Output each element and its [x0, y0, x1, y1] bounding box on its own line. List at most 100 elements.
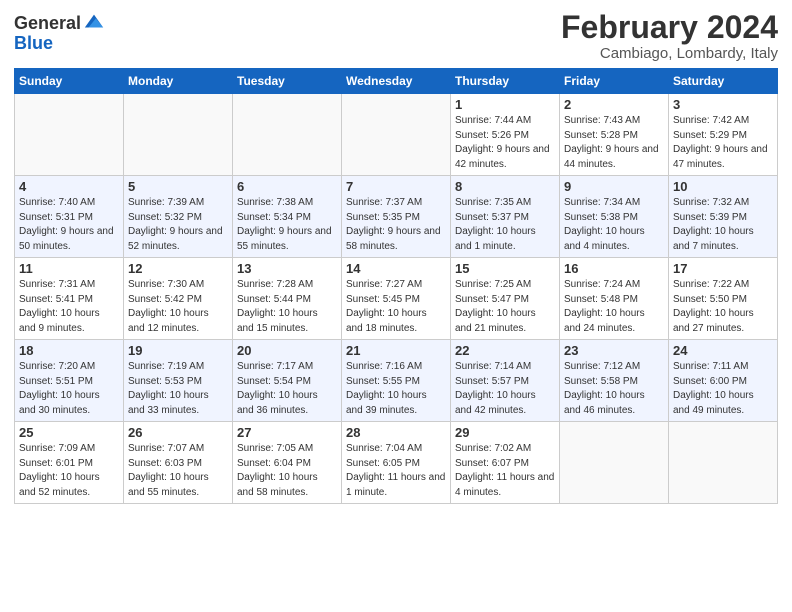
logo-general-text: General — [14, 14, 81, 34]
table-row: 11 Sunrise: 7:31 AM Sunset: 5:41 PM Dayli… — [15, 258, 124, 340]
table-row — [669, 422, 778, 504]
day-number: 7 — [346, 179, 446, 194]
table-row: 13Sunrise: 7:28 AM Sunset: 5:44 PM Dayli… — [233, 258, 342, 340]
day-info: Sunrise: 7:31 AM Sunset: 5:41 PM Dayligh… — [19, 278, 119, 336]
table-row: 17 Sunrise: 7:22 AM Sunset: 5:50 PM Dayli… — [669, 258, 778, 340]
day-number: 10 — [673, 179, 773, 194]
table-row: 2 Sunrise: 7:43 AM Sunset: 5:28 PM Daylig… — [560, 94, 669, 176]
table-row: 12Sunrise: 7:30 AM Sunset: 5:42 PM Dayli… — [124, 258, 233, 340]
table-row — [15, 94, 124, 176]
day-info: Sunrise: 7:04 AM Sunset: 6:05 PM Dayligh… — [346, 442, 446, 500]
day-info: Sunrise: 7:27 AM Sunset: 5:45 PM Dayligh… — [346, 278, 446, 336]
location: Cambiago, Lombardy, Italy — [561, 45, 778, 62]
day-number: 1 — [455, 97, 555, 112]
calendar-week-row: 25 Sunrise: 7:09 AM Sunset: 6:01 PM Dayli… — [15, 422, 778, 504]
day-number: 2 — [564, 97, 664, 112]
table-row: 24 Sunrise: 7:11 AM Sunset: 6:00 PM Dayli… — [669, 340, 778, 422]
table-row: 7 Sunrise: 7:37 AM Sunset: 5:35 PM Daylig… — [342, 176, 451, 258]
table-row: 15 Sunrise: 7:25 AM Sunset: 5:47 PM Dayli… — [451, 258, 560, 340]
day-number: 13 — [237, 261, 337, 276]
day-number: 17 — [673, 261, 773, 276]
day-number: 21 — [346, 343, 446, 358]
day-info: Sunrise: 7:43 AM Sunset: 5:28 PM Dayligh… — [564, 114, 664, 172]
day-number: 4 — [19, 179, 119, 194]
calendar-week-row: 11 Sunrise: 7:31 AM Sunset: 5:41 PM Dayli… — [15, 258, 778, 340]
day-number: 23 — [564, 343, 664, 358]
day-info: Sunrise: 7:17 AM Sunset: 5:54 PM Dayligh… — [237, 360, 337, 418]
day-info: Sunrise: 7:40 AM Sunset: 5:31 PM Dayligh… — [19, 196, 119, 254]
calendar-table: Sunday Monday Tuesday Wednesday Thursday… — [14, 68, 778, 504]
table-row: 6 Sunrise: 7:38 AM Sunset: 5:34 PM Daylig… — [233, 176, 342, 258]
day-number: 24 — [673, 343, 773, 358]
table-row: 27 Sunrise: 7:05 AM Sunset: 6:04 PM Dayli… — [233, 422, 342, 504]
logo-blue-text: Blue — [14, 33, 53, 53]
day-info: Sunrise: 7:35 AM Sunset: 5:37 PM Dayligh… — [455, 196, 555, 254]
col-sunday: Sunday — [15, 69, 124, 94]
header: General Blue February 2024 Cambiago, Lom… — [14, 10, 778, 62]
day-number: 22 — [455, 343, 555, 358]
calendar-week-row: 4 Sunrise: 7:40 AM Sunset: 5:31 PM Daylig… — [15, 176, 778, 258]
day-info: Sunrise: 7:37 AM Sunset: 5:35 PM Dayligh… — [346, 196, 446, 254]
day-info: Sunrise: 7:02 AM Sunset: 6:07 PM Dayligh… — [455, 442, 555, 500]
logo: General Blue — [14, 14, 105, 54]
day-number: 20 — [237, 343, 337, 358]
day-info: Sunrise: 7:12 AM Sunset: 5:58 PM Dayligh… — [564, 360, 664, 418]
month-title: February 2024 — [561, 10, 778, 45]
day-number: 26 — [128, 425, 228, 440]
day-number: 9 — [564, 179, 664, 194]
table-row: 20 Sunrise: 7:17 AM Sunset: 5:54 PM Dayli… — [233, 340, 342, 422]
day-info: Sunrise: 7:11 AM Sunset: 6:00 PM Dayligh… — [673, 360, 773, 418]
day-info: Sunrise: 7:19 AM Sunset: 5:53 PM Dayligh… — [128, 360, 228, 418]
day-number: 29 — [455, 425, 555, 440]
day-number: 25 — [19, 425, 119, 440]
calendar-header-row: Sunday Monday Tuesday Wednesday Thursday… — [15, 69, 778, 94]
col-saturday: Saturday — [669, 69, 778, 94]
day-number: 6 — [237, 179, 337, 194]
day-info: Sunrise: 7:38 AM Sunset: 5:34 PM Dayligh… — [237, 196, 337, 254]
table-row — [124, 94, 233, 176]
day-info: Sunrise: 7:09 AM Sunset: 6:01 PM Dayligh… — [19, 442, 119, 500]
table-row: 4 Sunrise: 7:40 AM Sunset: 5:31 PM Daylig… — [15, 176, 124, 258]
table-row — [342, 94, 451, 176]
day-number: 12 — [128, 261, 228, 276]
col-wednesday: Wednesday — [342, 69, 451, 94]
calendar-week-row: 18Sunrise: 7:20 AM Sunset: 5:51 PM Dayli… — [15, 340, 778, 422]
col-friday: Friday — [560, 69, 669, 94]
day-number: 11 — [19, 261, 119, 276]
day-info: Sunrise: 7:44 AM Sunset: 5:26 PM Dayligh… — [455, 114, 555, 172]
day-number: 8 — [455, 179, 555, 194]
table-row — [233, 94, 342, 176]
day-number: 28 — [346, 425, 446, 440]
day-number: 14 — [346, 261, 446, 276]
table-row: 25 Sunrise: 7:09 AM Sunset: 6:01 PM Dayli… — [15, 422, 124, 504]
day-number: 27 — [237, 425, 337, 440]
table-row: 14 Sunrise: 7:27 AM Sunset: 5:45 PM Dayli… — [342, 258, 451, 340]
day-number: 5 — [128, 179, 228, 194]
table-row: 21 Sunrise: 7:16 AM Sunset: 5:55 PM Dayli… — [342, 340, 451, 422]
day-number: 15 — [455, 261, 555, 276]
col-tuesday: Tuesday — [233, 69, 342, 94]
table-row: 16 Sunrise: 7:24 AM Sunset: 5:48 PM Dayli… — [560, 258, 669, 340]
day-info: Sunrise: 7:22 AM Sunset: 5:50 PM Dayligh… — [673, 278, 773, 336]
day-info: Sunrise: 7:16 AM Sunset: 5:55 PM Dayligh… — [346, 360, 446, 418]
day-info: Sunrise: 7:24 AM Sunset: 5:48 PM Dayligh… — [564, 278, 664, 336]
day-info: Sunrise: 7:25 AM Sunset: 5:47 PM Dayligh… — [455, 278, 555, 336]
table-row: 19Sunrise: 7:19 AM Sunset: 5:53 PM Dayli… — [124, 340, 233, 422]
day-number: 3 — [673, 97, 773, 112]
logo-icon — [83, 11, 105, 33]
day-info: Sunrise: 7:39 AM Sunset: 5:32 PM Dayligh… — [128, 196, 228, 254]
title-block: February 2024 Cambiago, Lombardy, Italy — [561, 10, 778, 62]
table-row: 10 Sunrise: 7:32 AM Sunset: 5:39 PM Dayli… — [669, 176, 778, 258]
table-row: 18Sunrise: 7:20 AM Sunset: 5:51 PM Dayli… — [15, 340, 124, 422]
calendar-week-row: 1 Sunrise: 7:44 AM Sunset: 5:26 PM Daylig… — [15, 94, 778, 176]
day-info: Sunrise: 7:34 AM Sunset: 5:38 PM Dayligh… — [564, 196, 664, 254]
col-thursday: Thursday — [451, 69, 560, 94]
table-row: 29 Sunrise: 7:02 AM Sunset: 6:07 PM Dayli… — [451, 422, 560, 504]
day-number: 16 — [564, 261, 664, 276]
table-row — [560, 422, 669, 504]
day-info: Sunrise: 7:05 AM Sunset: 6:04 PM Dayligh… — [237, 442, 337, 500]
table-row: 3 Sunrise: 7:42 AM Sunset: 5:29 PM Daylig… — [669, 94, 778, 176]
day-info: Sunrise: 7:42 AM Sunset: 5:29 PM Dayligh… — [673, 114, 773, 172]
day-info: Sunrise: 7:32 AM Sunset: 5:39 PM Dayligh… — [673, 196, 773, 254]
table-row: 5 Sunrise: 7:39 AM Sunset: 5:32 PM Daylig… — [124, 176, 233, 258]
